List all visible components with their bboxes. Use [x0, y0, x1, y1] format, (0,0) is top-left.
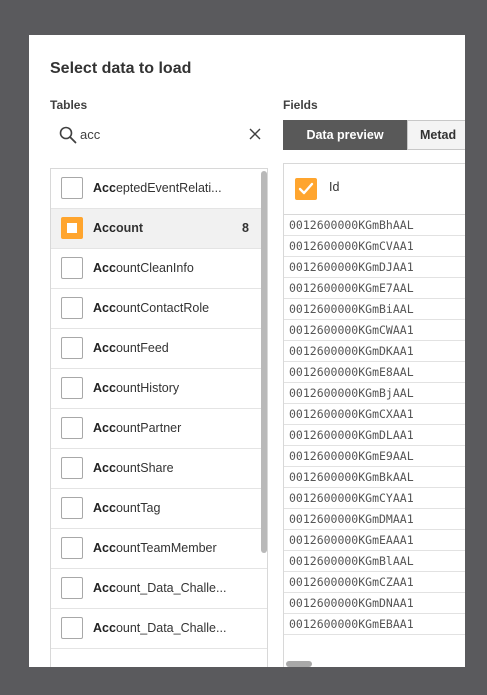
table-row: 0012600000KGmCYAA1: [284, 488, 465, 509]
table-item-label: AccountCleanInfo: [93, 261, 233, 275]
table-item[interactable]: Account_Data_Challe...: [51, 569, 267, 609]
table-item-label: AccountShare: [93, 461, 233, 475]
table-row: 0012600000KGmCXAA1: [284, 404, 465, 425]
table-row: 0012600000KGmEBAA1: [284, 614, 465, 635]
table-checkbox[interactable]: [61, 257, 83, 279]
search-match-highlight: Acc: [93, 181, 116, 195]
table-row: 0012600000KGmDKAA1: [284, 341, 465, 362]
search-match-highlight: Acc: [93, 261, 116, 275]
data-rows: 0012600000KGmBhAAL 0012600000KGmCVAA1 0012…: [284, 215, 465, 635]
search-match-highlight: Acc: [93, 301, 116, 315]
search-match-highlight: Acc: [93, 501, 116, 515]
table-checkbox[interactable]: [61, 417, 83, 439]
search-match-highlight: Acc: [93, 341, 116, 355]
table-item[interactable]: AccountTeamMember: [51, 529, 267, 569]
table-item[interactable]: AcceptedEventRelati...: [51, 169, 267, 209]
tab-metadata[interactable]: Metad: [407, 120, 465, 150]
close-icon[interactable]: [248, 127, 262, 141]
search-match-highlight: Acc: [93, 461, 116, 475]
table-row: 0012600000KGmE9AAL: [284, 446, 465, 467]
table-checkbox[interactable]: [61, 537, 83, 559]
fields-label: Fields: [283, 98, 318, 112]
table-item[interactable]: AccountContactRole: [51, 289, 267, 329]
table-row: 0012600000KGmCWAA1: [284, 320, 465, 341]
table-row: 0012600000KGmE8AAL: [284, 362, 465, 383]
table-checkbox[interactable]: [61, 217, 83, 239]
table-item[interactable]: AccountHistory: [51, 369, 267, 409]
table-item[interactable]: Account_Data_Challe...: [51, 609, 267, 649]
search-match-highlight: Acc: [93, 221, 116, 235]
table-item[interactable]: AccountShare: [51, 449, 267, 489]
table-row: 0012600000KGmEAAA1: [284, 530, 465, 551]
search-match-highlight: Acc: [93, 621, 116, 635]
table-row: 0012600000KGmE7AAL: [284, 278, 465, 299]
table-name-rest: ountTag: [115, 501, 161, 515]
column-checkbox[interactable]: [295, 178, 317, 200]
table-name-rest: ountPartner: [115, 421, 182, 435]
table-item[interactable]: Account 8: [51, 209, 267, 249]
table-item[interactable]: AccountPartner: [51, 409, 267, 449]
table-row: 0012600000KGmDJAA1: [284, 257, 465, 278]
table-checkbox[interactable]: [61, 337, 83, 359]
table-row: 0012600000KGmBkAAL: [284, 467, 465, 488]
selected-field-count: 8: [242, 221, 249, 235]
table-checkbox[interactable]: [61, 617, 83, 639]
column-header: Id: [284, 164, 465, 215]
table-item[interactable]: AccountFeed: [51, 329, 267, 369]
tables-scrollbar[interactable]: [261, 171, 267, 553]
table-item-label: Account: [93, 221, 233, 235]
table-item-label: AccountTeamMember: [93, 541, 233, 555]
table-item-label: AccountTag: [93, 501, 233, 515]
table-checkbox[interactable]: [61, 177, 83, 199]
search-match-highlight: Acc: [93, 541, 116, 555]
column-name: Id: [329, 180, 340, 194]
checkmark-icon: [298, 182, 314, 195]
table-item[interactable]: AccountTag: [51, 489, 267, 529]
table-name-rest: ountCleanInfo: [115, 261, 194, 275]
table-name-rest: ountFeed: [115, 341, 169, 355]
table-item-label: AccountContactRole: [93, 301, 233, 315]
table-row: 0012600000KGmCVAA1: [284, 236, 465, 257]
tab-data-preview[interactable]: Data preview: [283, 120, 407, 150]
table-row: 0012600000KGmDLAA1: [284, 425, 465, 446]
table-name-rest: ount: [115, 221, 144, 235]
search-icon: [59, 126, 77, 144]
table-row: 0012600000KGmBjAAL: [284, 383, 465, 404]
table-item-label: AccountFeed: [93, 341, 233, 355]
table-name-rest: ount_Data_Challe...: [115, 581, 227, 595]
table-checkbox[interactable]: [61, 457, 83, 479]
table-row: 0012600000KGmDNAA1: [284, 593, 465, 614]
horizontal-scrollbar[interactable]: [286, 661, 312, 667]
table-name-rest: ountHistory: [115, 381, 180, 395]
search-input[interactable]: [80, 124, 230, 144]
data-preview-pane: Id 0012600000KGmBhAAL 0012600000KGmCVAA1 0…: [283, 163, 465, 667]
search-match-highlight: Acc: [93, 421, 116, 435]
dialog-title: Select data to load: [50, 60, 192, 77]
table-row: 0012600000KGmDMAA1: [284, 509, 465, 530]
table-checkbox[interactable]: [61, 577, 83, 599]
table-row: 0012600000KGmBhAAL: [284, 215, 465, 236]
table-item-label: AccountPartner: [93, 421, 233, 435]
table-checkbox[interactable]: [61, 497, 83, 519]
table-item-label: Account_Data_Challe...: [93, 621, 233, 635]
table-row: 0012600000KGmBlAAL: [284, 551, 465, 572]
table-checkbox[interactable]: [61, 377, 83, 399]
table-name-rest: eptedEventRelati...: [115, 181, 222, 195]
table-name-rest: ountTeamMember: [115, 541, 217, 555]
table-name-rest: ountShare: [115, 461, 174, 475]
table-row: 0012600000KGmCZAA1: [284, 572, 465, 593]
table-name-rest: ount_Data_Challe...: [115, 621, 227, 635]
table-item-label: AccountHistory: [93, 381, 233, 395]
table-item[interactable]: AccountCleanInfo: [51, 249, 267, 289]
table-name-rest: ountContactRole: [115, 301, 210, 315]
tables-label: Tables: [50, 98, 88, 112]
tables-list: AcceptedEventRelati... Account 8 AccountCle…: [50, 168, 268, 667]
table-item-label: AcceptedEventRelati...: [93, 181, 233, 195]
select-data-dialog: Select data to load Tables Fields Accept…: [29, 35, 465, 667]
table-row: 0012600000KGmBiAAL: [284, 299, 465, 320]
table-item-label: Account_Data_Challe...: [93, 581, 233, 595]
table-checkbox[interactable]: [61, 297, 83, 319]
search-match-highlight: Acc: [93, 581, 116, 595]
search-match-highlight: Acc: [93, 381, 116, 395]
